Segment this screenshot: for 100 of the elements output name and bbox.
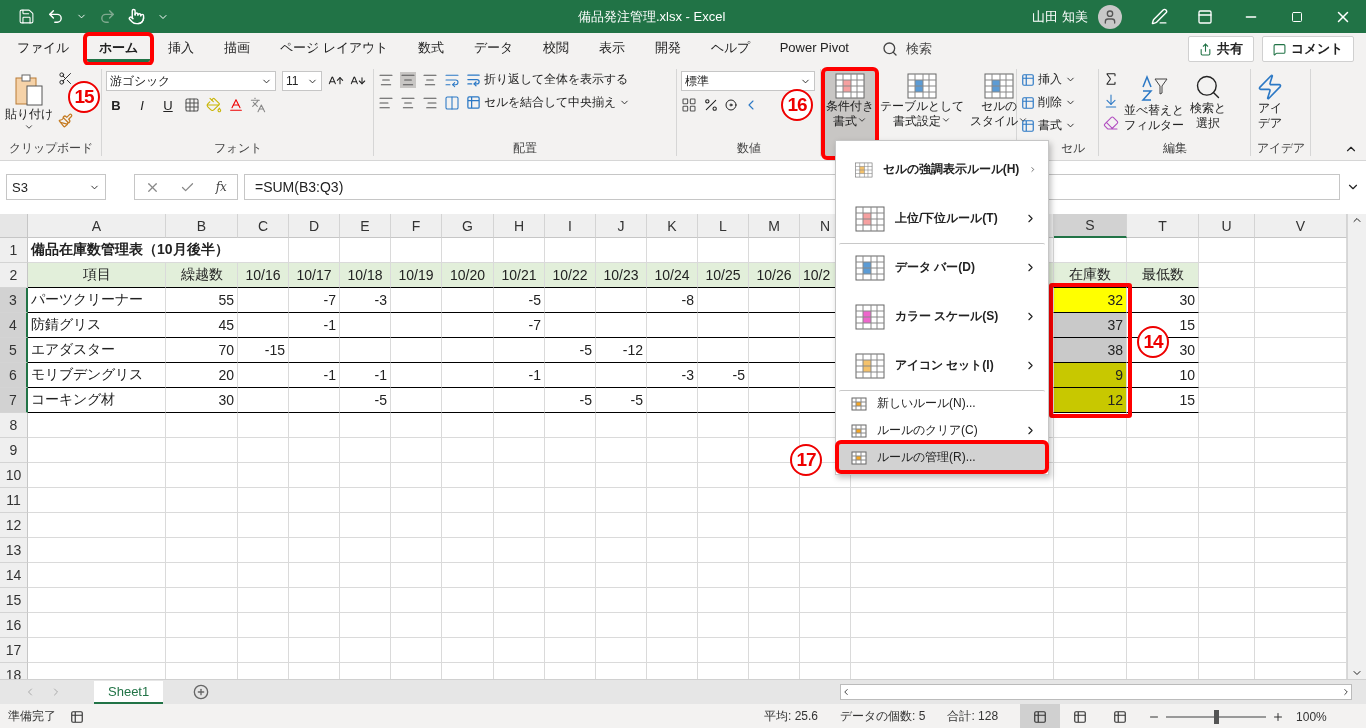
column-header[interactable]: K (647, 214, 698, 238)
cells-button[interactable]: 削除 (1021, 94, 1076, 111)
row-header[interactable]: 5 (0, 338, 28, 363)
column-header[interactable]: E (340, 214, 391, 238)
autosum-icon[interactable] (1103, 71, 1119, 87)
column-header[interactable]: T (1127, 214, 1199, 238)
scroll-right-icon[interactable] (1341, 687, 1351, 697)
row-header[interactable]: 14 (0, 563, 28, 588)
fill-icon[interactable] (1103, 93, 1119, 109)
row-header[interactable]: 6 (0, 363, 28, 388)
row-header[interactable]: 3 (0, 288, 28, 313)
row-header[interactable]: 17 (0, 638, 28, 663)
horizontal-scrollbar[interactable] (840, 684, 1352, 700)
column-header[interactable]: A (28, 214, 166, 238)
borders-icon[interactable] (184, 97, 200, 113)
format-painter-icon[interactable] (58, 113, 73, 128)
row-header[interactable]: 1 (0, 238, 28, 263)
ribbon-tab[interactable]: ページ レイアウト (268, 36, 400, 62)
align-middle-icon[interactable] (400, 71, 416, 88)
vertical-scrollbar[interactable] (1347, 214, 1366, 679)
cells-button[interactable]: 書式 (1021, 117, 1076, 134)
find-select-button[interactable]: 検索と 選択 (1189, 71, 1227, 140)
row-header[interactable]: 16 (0, 613, 28, 638)
ribbon-tab[interactable]: 挿入 (156, 36, 206, 62)
touch-mode-icon[interactable] (128, 8, 145, 25)
column-header[interactable]: M (749, 214, 800, 238)
cut-icon[interactable] (58, 71, 73, 86)
column-header[interactable]: H (494, 214, 545, 238)
font-style-button[interactable]: U (158, 97, 178, 113)
ribbon-tab[interactable]: ヘルプ (698, 36, 762, 62)
phonetic-guide-icon[interactable] (250, 97, 266, 113)
caret-icon[interactable] (24, 122, 34, 132)
wrap-text-button[interactable]: 折り返して全体を表示する (466, 71, 628, 88)
column-header[interactable]: V (1255, 214, 1347, 238)
row-header[interactable]: 9 (0, 438, 28, 463)
font-style-button[interactable]: I (132, 97, 152, 113)
menu-item[interactable]: カラー スケール(S) (839, 292, 1045, 340)
row-header[interactable]: 10 (0, 463, 28, 488)
caret-icon[interactable] (941, 115, 951, 125)
ribbon-tab[interactable]: Power Pivot (767, 36, 861, 62)
font-color-icon[interactable] (228, 97, 244, 113)
row-header[interactable]: 11 (0, 488, 28, 513)
row-header[interactable]: 15 (0, 588, 28, 613)
name-box[interactable]: S3 (6, 174, 106, 200)
new-rule-icon (851, 396, 867, 411)
caret-icon[interactable] (857, 115, 867, 125)
column-header[interactable]: I (545, 214, 596, 238)
undo-icon[interactable] (47, 8, 64, 25)
paste-button[interactable]: 貼り付け (4, 71, 54, 140)
column-header[interactable]: C (238, 214, 289, 238)
zoom-level[interactable]: 100% (1296, 709, 1327, 724)
search-field[interactable]: 検索 (906, 40, 932, 58)
avatar-icon[interactable] (1098, 4, 1122, 29)
zoom-in-icon[interactable] (1272, 710, 1285, 723)
fill-color-icon[interactable] (206, 97, 222, 113)
row-header[interactable]: 12 (0, 513, 28, 538)
column-header[interactable]: F (391, 214, 442, 238)
column-header[interactable]: U (1199, 214, 1255, 238)
merge-center-button[interactable]: セルを結合して中央揃え (466, 94, 630, 111)
font-size-field[interactable]: 11 (282, 71, 322, 91)
ribbon-tab[interactable]: データ (461, 36, 525, 62)
ideas-button[interactable]: アイ デア (1255, 71, 1285, 140)
row-header[interactable]: 4 (0, 313, 28, 338)
row-header[interactable]: 13 (0, 538, 28, 563)
column-header[interactable]: B (166, 214, 238, 238)
sort-filter-button[interactable]: 並べ替えと フィルター (1123, 71, 1185, 140)
row-header[interactable]: 2 (0, 263, 28, 288)
menu-item[interactable]: ルールのクリア(C) (839, 417, 1045, 443)
add-sheet-icon[interactable] (193, 684, 210, 700)
eraser-icon[interactable] (1103, 115, 1119, 131)
column-header[interactable]: G (442, 214, 494, 238)
sheet-tab[interactable]: Sheet1 (94, 680, 164, 704)
menu-item[interactable]: 新しいルール(N)... (839, 390, 1045, 416)
search-icon[interactable] (882, 41, 898, 57)
row-header[interactable]: 7 (0, 388, 28, 413)
ribbon-tab[interactable]: 数式 (405, 36, 456, 62)
normal-view-icon[interactable] (1020, 704, 1061, 728)
column-header[interactable]: L (698, 214, 749, 238)
insert-function-button[interactable]: fx (215, 180, 227, 194)
comment-button[interactable]: コメント (1262, 36, 1354, 62)
percent-icon[interactable] (703, 97, 719, 113)
menu-item[interactable]: データ バー(D) (839, 243, 1045, 291)
column-header[interactable]: S (1054, 214, 1127, 238)
ribbon-tab[interactable]: ファイル (5, 36, 81, 62)
ribbon-tab[interactable]: 描画 (212, 36, 262, 62)
row-header[interactable]: 8 (0, 413, 28, 438)
save-icon[interactable] (18, 8, 35, 25)
ribbon-tab[interactable]: 開発 (642, 36, 693, 62)
share-button[interactable]: 共有 (1188, 36, 1254, 62)
ribbon-tab[interactable]: 表示 (586, 36, 637, 62)
number-format-field[interactable]: 標準 (681, 71, 815, 91)
cells-button[interactable]: 挿入 (1021, 71, 1076, 88)
font-name-field[interactable]: 游ゴシック (106, 71, 276, 91)
menu-item[interactable]: アイコン セット(I) (839, 341, 1045, 389)
column-header[interactable]: D (289, 214, 340, 238)
ribbon-tab[interactable]: 校閲 (530, 36, 581, 62)
font-style-button[interactable]: B (106, 97, 126, 113)
zoom-slider[interactable] (1214, 709, 1220, 724)
scroll-left-icon[interactable] (841, 687, 851, 697)
column-header[interactable]: J (596, 214, 647, 238)
